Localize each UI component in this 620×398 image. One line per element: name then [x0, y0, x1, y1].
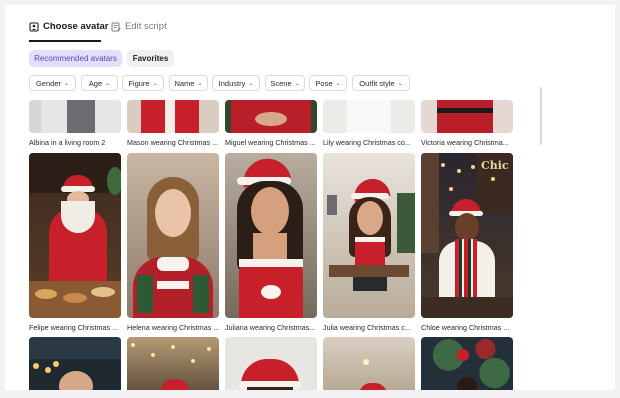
avatar-card-felipe[interactable]: Felipe wearing Christmas ... — [29, 153, 121, 332]
avatar-thumbnail — [29, 100, 121, 133]
tab-edit-script-label: Edit script — [125, 21, 167, 32]
avatar-thumbnail — [29, 337, 121, 390]
avatar-name: Mason wearing Christmas ... — [127, 138, 219, 147]
avatar-card-row3-5[interactable] — [421, 337, 513, 390]
avatar-thumbnail — [323, 100, 415, 133]
filter-figure-label: Figure — [128, 78, 150, 88]
chevron-down-icon: ⌄ — [397, 80, 403, 87]
avatar-card-row3-4[interactable] — [323, 337, 415, 390]
avatar-thumbnail — [225, 100, 317, 133]
avatar-thumbnail — [323, 337, 415, 390]
tab-choose-avatar-label: Choose avatar — [43, 21, 109, 32]
recommended-avatars-button[interactable]: Recommended avatars — [29, 50, 122, 67]
shop-sign-text: Chic — [481, 159, 509, 172]
avatar-card-helena[interactable]: Helena wearing Christmas ... — [127, 153, 219, 332]
avatar-card-chloe[interactable]: Chic Chloe wearing Christmas ... — [421, 153, 513, 332]
avatar-name: Victoria wearing Christma... — [421, 138, 509, 147]
edit-script-icon — [111, 22, 121, 31]
filter-gender[interactable]: Gender ⌄ — [29, 75, 76, 91]
avatar-card-row3-2[interactable] — [127, 337, 219, 390]
avatar-card-row3-3[interactable] — [225, 337, 317, 390]
chevron-down-icon: ⌄ — [105, 80, 111, 87]
avatar-card-juliana[interactable]: Juliana wearing Christmas... — [225, 153, 317, 332]
chevron-down-icon: ⌄ — [197, 80, 203, 87]
avatar-name: Lily wearing Christmas co... — [323, 138, 411, 147]
filter-figure[interactable]: Figure ⌄ — [122, 75, 164, 91]
avatar-thumbnail — [421, 337, 513, 390]
avatar-thumbnail — [29, 153, 121, 318]
avatar-thumbnail — [127, 153, 219, 318]
chevron-down-icon: ⌄ — [294, 80, 300, 87]
avatar-name: Albina in a living room 2 — [29, 138, 106, 147]
avatar-card-icon — [29, 21, 39, 32]
filter-age[interactable]: Age ⌄ — [81, 75, 118, 91]
avatar-name: Felipe wearing Christmas ... — [29, 323, 119, 332]
chevron-down-icon: ⌄ — [152, 80, 158, 87]
avatar-thumbnail — [421, 100, 513, 133]
grid-scrollbar[interactable] — [540, 87, 542, 145]
favorites-button[interactable]: Favorites — [127, 50, 174, 67]
filter-outfit-style[interactable]: Outfit style ⌄ — [352, 75, 410, 91]
filter-industry[interactable]: Industry ⌄ — [212, 75, 260, 91]
avatar-name: Juliana wearing Christmas... — [225, 323, 316, 332]
chevron-down-icon: ⌄ — [248, 80, 254, 87]
avatar-thumbnail — [225, 153, 317, 318]
avatar-card-mason[interactable]: Mason wearing Christmas ... — [127, 100, 219, 147]
filter-name[interactable]: Name ⌄ — [169, 75, 208, 91]
filter-industry-label: Industry — [218, 78, 246, 88]
avatar-card-lily[interactable]: Lily wearing Christmas co... — [323, 100, 415, 147]
filter-name-label: Name — [174, 78, 195, 88]
chevron-down-icon: ⌄ — [335, 80, 341, 87]
avatar-picker-panel: Choose avatar Edit script Recommended av… — [5, 5, 615, 390]
avatar-thumbnail — [127, 100, 219, 133]
avatar-card-albina[interactable]: Albina in a living room 2 — [29, 100, 121, 147]
filter-age-label: Age — [88, 78, 103, 88]
avatar-name: Chloe wearing Christmas ... — [421, 323, 510, 332]
avatar-thumbnail — [127, 337, 219, 390]
favorites-label: Favorites — [132, 54, 169, 63]
avatar-name: Julia wearing Christmas c... — [323, 323, 411, 332]
recommended-avatars-label: Recommended avatars — [34, 54, 117, 63]
avatar-card-row3-1[interactable] — [29, 337, 121, 390]
filter-scene-label: Scene — [270, 78, 292, 88]
filter-outfit-style-label: Outfit style — [359, 78, 395, 88]
avatar-name: Miguel wearing Christmas ... — [225, 138, 316, 147]
tab-edit-script[interactable]: Edit script — [111, 21, 167, 32]
avatar-thumbnail: Chic — [421, 153, 513, 318]
avatar-grid: Albina in a living room 2 Mason wearing … — [29, 100, 521, 390]
avatar-name: Helena wearing Christmas ... — [127, 323, 220, 332]
avatar-card-miguel[interactable]: Miguel wearing Christmas ... — [225, 100, 317, 147]
filter-gender-label: Gender — [35, 78, 61, 88]
filter-pose[interactable]: Pose ⌄ — [309, 75, 347, 91]
avatar-thumbnail — [225, 337, 317, 390]
avatar-card-julia[interactable]: Julia wearing Christmas c... — [323, 153, 415, 332]
tab-choose-avatar[interactable]: Choose avatar — [29, 21, 108, 32]
active-tab-indicator — [29, 40, 101, 42]
filter-pose-label: Pose — [315, 78, 333, 88]
avatar-card-victoria[interactable]: Victoria wearing Christma... — [421, 100, 513, 147]
filter-scene[interactable]: Scene ⌄ — [265, 75, 305, 91]
chevron-down-icon: ⌄ — [64, 80, 70, 87]
avatar-thumbnail — [323, 153, 415, 318]
